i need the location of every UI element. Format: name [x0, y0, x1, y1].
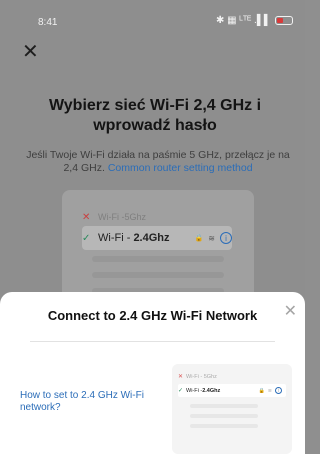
sheet-close-icon[interactable]: ✕	[284, 304, 297, 320]
lock-icon: 🔒	[194, 235, 204, 242]
mini-wifi-icon: ≋	[267, 387, 272, 394]
check-icon: ✓	[82, 232, 91, 244]
mini-placeholder-line	[190, 404, 258, 408]
wifi-preview-card: ✕ Wi-Fi - 5Ghz ✓ Wi-Fi - 2.4Ghz 🔒 ≋ i	[62, 190, 254, 302]
placeholder-line	[92, 256, 224, 262]
cross-icon: ✕	[82, 211, 91, 223]
close-icon[interactable]: ✕	[22, 42, 39, 62]
mini-wifi-2-4ghz-prefix: Wi-Fi -	[186, 387, 203, 394]
wifi-2-4ghz-name: Wi-Fi - 2.4Ghz	[98, 232, 170, 244]
mini-wifi-preview: ✕ Wi-Fi - 5Ghz ✓ Wi-Fi - 2.4Ghz 🔒 ≋ i	[172, 364, 292, 454]
common-router-setting-link[interactable]: Common router setting method	[108, 162, 253, 174]
info-icon: i	[220, 232, 232, 244]
placeholder-line	[92, 272, 224, 278]
wifi-row-icons: 🔒 ≋ i	[195, 232, 232, 244]
wifi-5ghz-prefix: Wi-Fi -	[98, 212, 125, 222]
mini-check-icon: ✓	[178, 388, 184, 394]
status-indicators: ✱ ▦ ᴸᵀᴱ .▌▌	[215, 15, 271, 26]
wifi-2-4ghz-band: 2.4Ghz	[133, 232, 170, 244]
how-to-set-2-4ghz-link[interactable]: How to set to 2.4 GHz Wi-Fi network?	[20, 390, 165, 414]
mini-cross-icon: ✕	[178, 374, 184, 380]
divider	[30, 341, 275, 342]
page-description: Jeśli Twoje Wi-Fi działa na paśmie 5 GHz…	[26, 149, 290, 175]
page-title: Wybierz sieć Wi-Fi 2,4 GHz i wprowadź ha…	[48, 97, 262, 134]
battery-icon	[275, 16, 293, 25]
status-bar: 8:41 ✱ ▦ ᴸᵀᴱ .▌▌	[0, 0, 305, 44]
mini-row-icons: 🔒 ≋ i	[259, 387, 282, 394]
mini-placeholder-line	[190, 414, 258, 418]
wifi-5ghz-band: 5Ghz	[124, 212, 147, 222]
wifi-row-2-4ghz: ✓ Wi-Fi - 2.4Ghz 🔒 ≋ i	[82, 226, 232, 250]
wifi-2-4ghz-prefix: Wi-Fi -	[98, 232, 134, 244]
mini-info-icon: i	[275, 387, 282, 394]
mini-lock-icon: 🔒	[258, 387, 265, 394]
sheet-title: Connect to 2.4 GHz Wi-Fi Network	[47, 308, 258, 323]
mini-wifi-row-5ghz: ✕ Wi-Fi - 5Ghz	[178, 370, 286, 383]
mini-wifi-row-2-4ghz: ✓ Wi-Fi - 2.4Ghz 🔒 ≋ i	[178, 384, 286, 397]
wifi-signal-icon: ≋	[208, 233, 215, 243]
status-time: 8:41	[38, 17, 58, 28]
mini-wifi-2-4ghz-band: 2.4Ghz	[202, 387, 221, 394]
mini-wifi-5ghz-label: Wi-Fi - 5Ghz	[186, 373, 217, 380]
status-icons: ✱ ▦ ᴸᵀᴱ .▌▌	[216, 15, 293, 26]
mini-placeholder-line	[190, 424, 258, 428]
